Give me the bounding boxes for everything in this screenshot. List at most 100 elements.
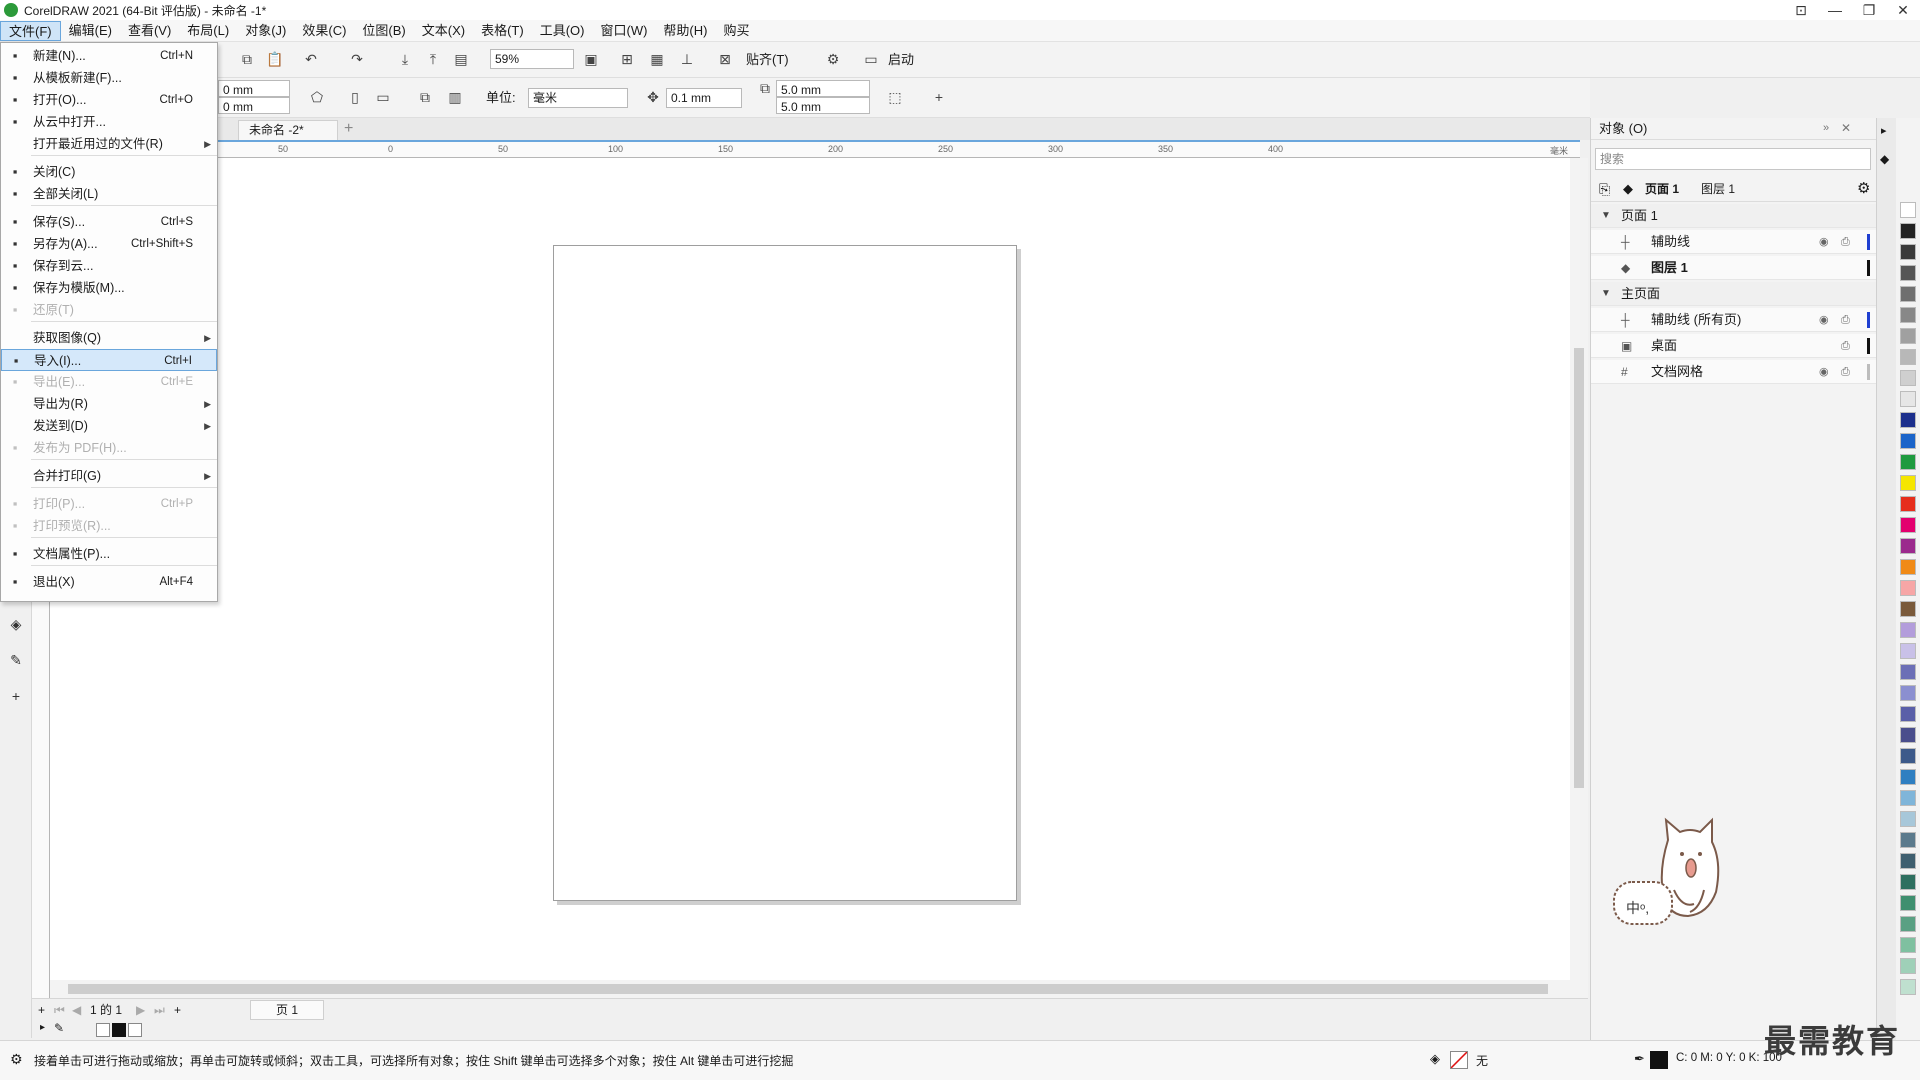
tree-group-row[interactable]: ▼ 页面 1 — [1591, 204, 1877, 228]
import-toolbar-icon[interactable]: ⤓ — [394, 48, 416, 70]
objects-search-input[interactable]: 搜索 — [1595, 148, 1871, 170]
tree-item-row[interactable]: ◆ 图层 1 — [1591, 256, 1877, 280]
palette-swatch[interactable] — [1900, 979, 1916, 995]
vertical-scroll-thumb[interactable] — [1574, 348, 1584, 788]
palette-swatch[interactable] — [1900, 265, 1916, 281]
file-menu-item-18[interactable]: 合并打印(G) ▶ — [1, 465, 217, 487]
fill-indicator-icon[interactable]: ◈ — [1430, 1051, 1440, 1067]
docker-close-icon[interactable]: ✕ — [1841, 121, 1851, 135]
file-menu-item-16[interactable]: 发送到(D) ▶ — [1, 415, 217, 437]
page-frame-icon[interactable]: ⬚ — [884, 86, 906, 108]
menu-10[interactable]: 窗口(W) — [592, 21, 655, 41]
menu-6[interactable]: 位图(B) — [354, 21, 413, 41]
palette-swatch[interactable] — [1900, 916, 1916, 932]
menu-9[interactable]: 工具(O) — [532, 21, 593, 41]
redo-icon[interactable]: ↷ — [346, 48, 368, 70]
printable-icon[interactable]: ⎙ — [1841, 230, 1850, 254]
horizontal-scrollbar[interactable] — [50, 980, 1588, 998]
tree-item-row[interactable]: ┼ 辅助线 (所有页) ◉ ⎙ — [1591, 308, 1877, 332]
feedback-icon[interactable]: ⊡ — [1784, 0, 1818, 20]
palette-swatch[interactable] — [1900, 307, 1916, 323]
crumb-page[interactable]: 页面 1 — [1645, 176, 1679, 202]
eyedropper-small-icon[interactable]: ✎ — [54, 1021, 64, 1035]
y-position-field[interactable]: 0 mm — [218, 97, 290, 114]
launch-dropdown[interactable]: 启动 — [888, 50, 914, 70]
prev-page-icon[interactable]: ◀ — [72, 1001, 81, 1019]
file-menu-item-1[interactable]: ▪ 从模板新建(F)... — [1, 67, 217, 89]
tree-group-row[interactable]: ▼ 主页面 — [1591, 282, 1877, 306]
add-preset-icon[interactable]: + — [928, 86, 950, 108]
palette-swatch[interactable] — [1900, 811, 1916, 827]
palette-swatch[interactable] — [1900, 958, 1916, 974]
palette-swatch[interactable] — [1900, 853, 1916, 869]
palette-swatch[interactable] — [1900, 202, 1916, 218]
copy-icon[interactable]: ⧉ — [236, 48, 258, 70]
zoom-level-field[interactable]: 59% — [490, 49, 574, 69]
palette-swatch[interactable] — [1900, 433, 1916, 449]
menu-12[interactable]: 购买 — [715, 21, 757, 41]
menu-4[interactable]: 对象(J) — [237, 21, 294, 41]
duplicate-y-field[interactable]: 5.0 mm — [776, 97, 870, 114]
file-menu-item-9[interactable]: ▪ 保存到云... — [1, 255, 217, 277]
printable-icon[interactable]: ⎙ — [1841, 334, 1850, 358]
next-page-icon[interactable]: ▶ — [136, 1001, 145, 1019]
add-tab-icon[interactable]: + — [344, 120, 353, 138]
palette-expand-icon[interactable]: ▸ — [40, 1022, 45, 1033]
visibility-eye-icon[interactable]: ◉ — [1819, 230, 1829, 254]
menu-1[interactable]: 编辑(E) — [61, 21, 120, 41]
palette-swatch[interactable] — [1900, 370, 1916, 386]
doc-tab-untitled-2[interactable]: 未命名 -2* — [238, 120, 338, 140]
palette-swatch[interactable] — [1900, 328, 1916, 344]
strip-arrow-icon[interactable]: ▸ — [1881, 124, 1887, 137]
palette-swatch[interactable] — [1900, 412, 1916, 428]
file-menu-item-5[interactable]: ▪ 关闭(C) — [1, 161, 217, 183]
options-gear-icon[interactable]: ⚙ — [822, 48, 844, 70]
visibility-eye-icon[interactable]: ◉ — [1819, 308, 1829, 332]
swatch-none[interactable] — [96, 1023, 110, 1037]
palette-swatch[interactable] — [1900, 832, 1916, 848]
menu-7[interactable]: 文本(X) — [414, 21, 473, 41]
current-page-icon[interactable]: ▥ — [444, 86, 466, 108]
palette-swatch[interactable] — [1900, 601, 1916, 617]
shape-icon[interactable]: ⬠ — [306, 86, 328, 108]
status-settings-icon[interactable]: ⚙ — [10, 1051, 23, 1068]
document-page[interactable] — [553, 245, 1017, 901]
duplicate-x-field[interactable]: 5.0 mm — [776, 80, 870, 97]
minimize-button[interactable]: — — [1818, 0, 1852, 20]
eyedropper-icon[interactable]: ✎ — [4, 648, 28, 672]
palette-swatch[interactable] — [1900, 580, 1916, 596]
docker-collapse-icon[interactable]: » — [1823, 122, 1829, 134]
palette-swatch[interactable] — [1900, 727, 1916, 743]
palette-swatch[interactable] — [1900, 454, 1916, 470]
palette-swatch[interactable] — [1900, 286, 1916, 302]
full-screen-icon[interactable]: ▣ — [580, 48, 602, 70]
swatch-white[interactable] — [128, 1023, 142, 1037]
printable-icon[interactable]: ⎙ — [1841, 308, 1850, 332]
palette-swatch[interactable] — [1900, 790, 1916, 806]
menu-8[interactable]: 表格(T) — [473, 21, 532, 41]
snap-off-icon[interactable]: ⊠ — [714, 48, 736, 70]
file-menu-item-2[interactable]: ▪ 打开(O)... Ctrl+O — [1, 89, 217, 111]
page-tab-1[interactable]: 页 1 — [250, 1000, 324, 1020]
palette-swatch[interactable] — [1900, 391, 1916, 407]
palette-swatch[interactable] — [1900, 349, 1916, 365]
printable-icon[interactable]: ⎙ — [1841, 360, 1850, 384]
paste-icon[interactable]: 📋 — [264, 48, 286, 70]
palette-swatch[interactable] — [1900, 769, 1916, 785]
palette-swatch[interactable] — [1900, 559, 1916, 575]
expand-caret-icon[interactable]: ▼ — [1601, 282, 1611, 306]
add-page-after-icon[interactable]: + — [174, 1001, 181, 1019]
palette-swatch[interactable] — [1900, 223, 1916, 239]
add-page-before-icon[interactable]: + — [38, 1001, 45, 1019]
first-page-icon[interactable]: ⏮ — [54, 1001, 65, 1019]
tree-item-row[interactable]: # 文档网格 ◉ ⎙ — [1591, 360, 1877, 384]
close-window-button[interactable]: ✕ — [1886, 0, 1920, 20]
file-menu-item-13[interactable]: ▪ 导入(I)... Ctrl+I — [1, 349, 217, 371]
palette-swatch[interactable] — [1900, 622, 1916, 638]
palette-swatch[interactable] — [1900, 244, 1916, 260]
page-layer-icon[interactable]: ⎘ — [1599, 176, 1610, 202]
visibility-eye-icon[interactable]: ◉ — [1819, 360, 1829, 384]
file-menu-item-15[interactable]: 导出为(R) ▶ — [1, 393, 217, 415]
expand-caret-icon[interactable]: ▼ — [1601, 204, 1611, 228]
palette-swatch[interactable] — [1900, 643, 1916, 659]
